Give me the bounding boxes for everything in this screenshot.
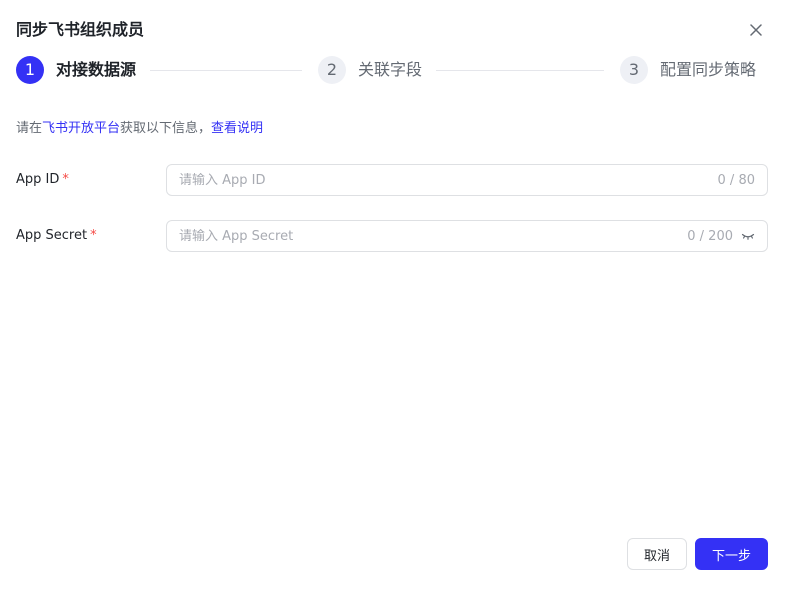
app-secret-label-text: App Secret (16, 228, 88, 243)
eye-closed-icon (741, 233, 755, 240)
app-id-char-counter: 0 / 80 (717, 172, 755, 188)
step-1-label: 对接数据源 (56, 60, 137, 79)
app-id-field: 0 / 80 (166, 164, 768, 196)
app-id-row: App ID* 0 / 80 (16, 164, 768, 196)
required-mark: * (62, 172, 69, 187)
feishu-open-platform-link[interactable]: 飞书开放平台 (42, 121, 120, 136)
app-id-label-text: App ID (16, 172, 60, 187)
app-secret-input[interactable] (179, 228, 688, 244)
app-secret-field: 0 / 200 (166, 220, 768, 252)
step-connector-2 (436, 70, 604, 71)
view-instructions-link[interactable]: 查看说明 (211, 121, 263, 136)
step-1: 1 对接数据源 (16, 56, 136, 84)
hint-middle: 获取以下信息， (120, 121, 212, 136)
step-1-number: 1 (16, 56, 44, 84)
dialog-title: 同步飞书组织成员 (16, 20, 145, 39)
cancel-button[interactable]: 取消 (627, 538, 687, 570)
app-secret-row: App Secret * 0 / 200 (16, 220, 768, 252)
toggle-visibility-button[interactable] (741, 229, 755, 243)
sync-feishu-dialog: 同步飞书组织成员 1 对接数据源 2 关联字段 3 配置同步策略 请在飞书开放平… (0, 0, 789, 591)
steps-indicator: 1 对接数据源 2 关联字段 3 配置同步策略 (16, 56, 768, 84)
close-icon (750, 24, 762, 36)
step-3-label: 配置同步策略 (660, 60, 757, 79)
step-2-label: 关联字段 (358, 60, 423, 79)
step-3: 3 配置同步策略 (620, 56, 756, 84)
step-2: 2 关联字段 (318, 56, 422, 84)
app-secret-label: App Secret * (16, 220, 97, 252)
step-connector-1 (150, 70, 302, 71)
hint-text: 请在飞书开放平台获取以下信息，查看说明 (16, 120, 263, 138)
required-mark: * (90, 228, 97, 243)
app-id-input[interactable] (179, 172, 718, 188)
step-2-number: 2 (318, 56, 346, 84)
step-3-number: 3 (620, 56, 648, 84)
next-step-button[interactable]: 下一步 (695, 538, 768, 570)
close-button[interactable] (746, 20, 766, 40)
app-secret-char-counter: 0 / 200 (687, 228, 733, 244)
app-id-label: App ID * (16, 164, 69, 196)
hint-prefix: 请在 (16, 121, 43, 136)
